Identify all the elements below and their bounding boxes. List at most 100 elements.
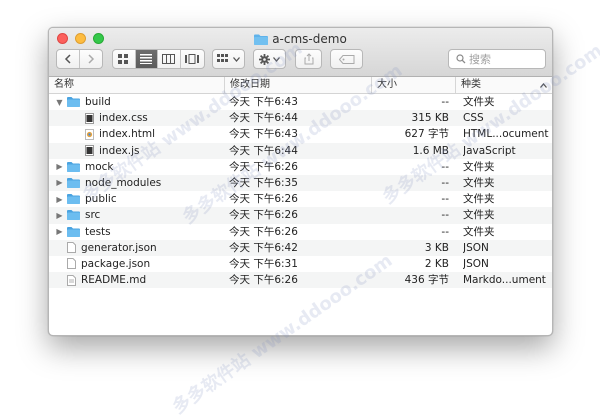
file-kind: Markdo...ument — [463, 274, 546, 287]
file-name-cell: generator.json — [55, 240, 157, 256]
file-row[interactable]: ▶ public 今天 下午6:26 -- 文件夹 — [49, 191, 552, 207]
disclosure-collapsed-icon[interactable]: ▶ — [55, 162, 64, 171]
file-row[interactable]: README.md 今天 下午6:26 436 字节 Markdo...ument — [49, 272, 552, 289]
file-row[interactable]: ▶ mock 今天 下午6:26 -- 文件夹 — [49, 159, 552, 175]
toolbar: a-cms-demo 搜索 — [49, 28, 552, 77]
chevron-right-icon — [88, 54, 94, 64]
file-name-cell: index.css — [73, 110, 148, 126]
search-field[interactable]: 搜索 — [448, 49, 546, 69]
column-view-button[interactable] — [158, 50, 181, 68]
file-size: 3 KB — [424, 241, 449, 254]
file-name: generator.json — [81, 241, 157, 254]
file-name: src — [85, 209, 101, 222]
markdown-file-icon — [67, 274, 76, 286]
disclosure-collapsed-icon[interactable]: ▶ — [55, 211, 64, 220]
column-kind[interactable]: 种类 — [455, 77, 552, 93]
column-name[interactable]: 名称 — [49, 77, 224, 93]
tags-button[interactable] — [330, 49, 363, 69]
arrange-button[interactable] — [212, 49, 245, 69]
file-kind: JSON — [463, 257, 489, 270]
disclosure-collapsed-icon[interactable]: ▶ — [55, 195, 64, 204]
grid-icon — [118, 53, 129, 64]
folder-icon — [67, 210, 80, 221]
file-row[interactable]: generator.json 今天 下午6:42 3 KB JSON — [49, 239, 552, 256]
file-name-cell: ▶ src — [55, 207, 100, 223]
file-name-cell: README.md — [55, 272, 146, 288]
file-name: public — [85, 193, 117, 206]
file-kind: CSS — [463, 112, 484, 125]
disclosure-collapsed-icon[interactable]: ▶ — [55, 227, 64, 236]
file-row[interactable]: ▶ tests 今天 下午6:26 -- 文件夹 — [49, 224, 552, 240]
file-name-cell: package.json — [55, 256, 150, 272]
file-name: node_modules — [85, 176, 162, 189]
file-name-cell: ▶ public — [55, 191, 117, 207]
file-row[interactable]: ▶ node_modules 今天 下午6:35 -- 文件夹 — [49, 174, 552, 192]
tag-icon — [338, 54, 354, 64]
disclosure-collapsed-icon[interactable]: ▶ — [55, 178, 64, 187]
file-kind: JSON — [463, 241, 489, 254]
file-name: README.md — [81, 274, 147, 287]
forward-button[interactable] — [80, 50, 102, 68]
column-header: 名称 修改日期 大小 种类 — [49, 77, 552, 94]
window-title-text: a-cms-demo — [272, 32, 347, 46]
action-button[interactable] — [253, 49, 286, 69]
file-kind: 文件夹 — [463, 176, 495, 189]
file-date: 今天 下午6:44 — [229, 144, 298, 157]
file-name: build — [85, 96, 111, 108]
file-kind: 文件夹 — [463, 193, 495, 206]
sort-ascending-icon — [540, 83, 547, 88]
column-date-label: 修改日期 — [230, 79, 270, 90]
file-row[interactable]: package.json 今天 下午6:31 2 KB JSON — [49, 256, 552, 272]
folder-icon — [67, 194, 80, 205]
file-row[interactable]: ▼ build 今天 下午6:43 -- 文件夹 — [49, 94, 552, 110]
disclosure-expanded-icon[interactable]: ▼ — [55, 98, 64, 107]
file-name: index.js — [99, 144, 140, 157]
icon-view-button[interactable] — [113, 50, 136, 68]
file-list: ▼ build 今天 下午6:43 -- 文件夹 index.css 今天 下午6:44 31… — [49, 94, 552, 289]
file-name: package.json — [81, 257, 151, 270]
columns-icon — [162, 54, 176, 64]
gallery-view-button[interactable] — [181, 50, 204, 68]
gallery-icon — [185, 54, 200, 64]
file-name-cell: index.html — [73, 126, 155, 142]
js-file-icon — [85, 145, 94, 157]
file-size: -- — [441, 96, 449, 108]
file-kind: 文件夹 — [463, 160, 495, 173]
file-size: 2 KB — [424, 257, 449, 270]
nav-buttons — [56, 49, 103, 69]
file-date: 今天 下午6:26 — [229, 193, 298, 206]
column-date[interactable]: 修改日期 — [224, 77, 371, 93]
file-date: 今天 下午6:26 — [229, 225, 298, 238]
arrange-icon — [217, 54, 228, 62]
file-row[interactable]: ▶ src 今天 下午6:26 -- 文件夹 — [49, 207, 552, 224]
column-kind-label: 种类 — [461, 79, 481, 90]
file-size: 315 KB — [411, 112, 449, 125]
window-title: a-cms-demo — [49, 31, 552, 47]
folder-icon — [254, 33, 269, 49]
css-file-icon — [85, 112, 94, 124]
chevron-down-icon — [233, 56, 240, 62]
back-button[interactable] — [57, 50, 80, 68]
file-name-cell: ▶ node_modules — [55, 175, 161, 191]
file-date: 今天 下午6:26 — [229, 274, 298, 287]
folder-icon — [67, 177, 80, 188]
search-placeholder: 搜索 — [469, 53, 491, 66]
file-size: -- — [441, 193, 449, 206]
share-button[interactable] — [295, 49, 322, 69]
file-kind: HTML...ocument — [463, 128, 549, 141]
file-size: 627 字节 — [404, 128, 449, 141]
file-kind: 文件夹 — [463, 209, 495, 222]
file-size: -- — [441, 176, 449, 189]
file-size: -- — [441, 209, 449, 222]
file-size: 436 字节 — [404, 274, 449, 287]
file-name-cell: index.js — [73, 143, 139, 159]
file-name-cell: ▼ build — [55, 94, 111, 110]
list-view-button[interactable] — [135, 50, 159, 68]
file-row[interactable]: index.css 今天 下午6:44 315 KB CSS — [49, 110, 552, 127]
column-size[interactable]: 大小 — [371, 77, 455, 93]
html-file-icon — [85, 128, 94, 140]
file-row[interactable]: index.js 今天 下午6:44 1.6 MB JavaScript — [49, 142, 552, 159]
file-date: 今天 下午6:43 — [229, 128, 298, 141]
file-size: -- — [441, 225, 449, 238]
file-row[interactable]: index.html 今天 下午6:43 627 字节 HTML...ocument — [49, 126, 552, 142]
